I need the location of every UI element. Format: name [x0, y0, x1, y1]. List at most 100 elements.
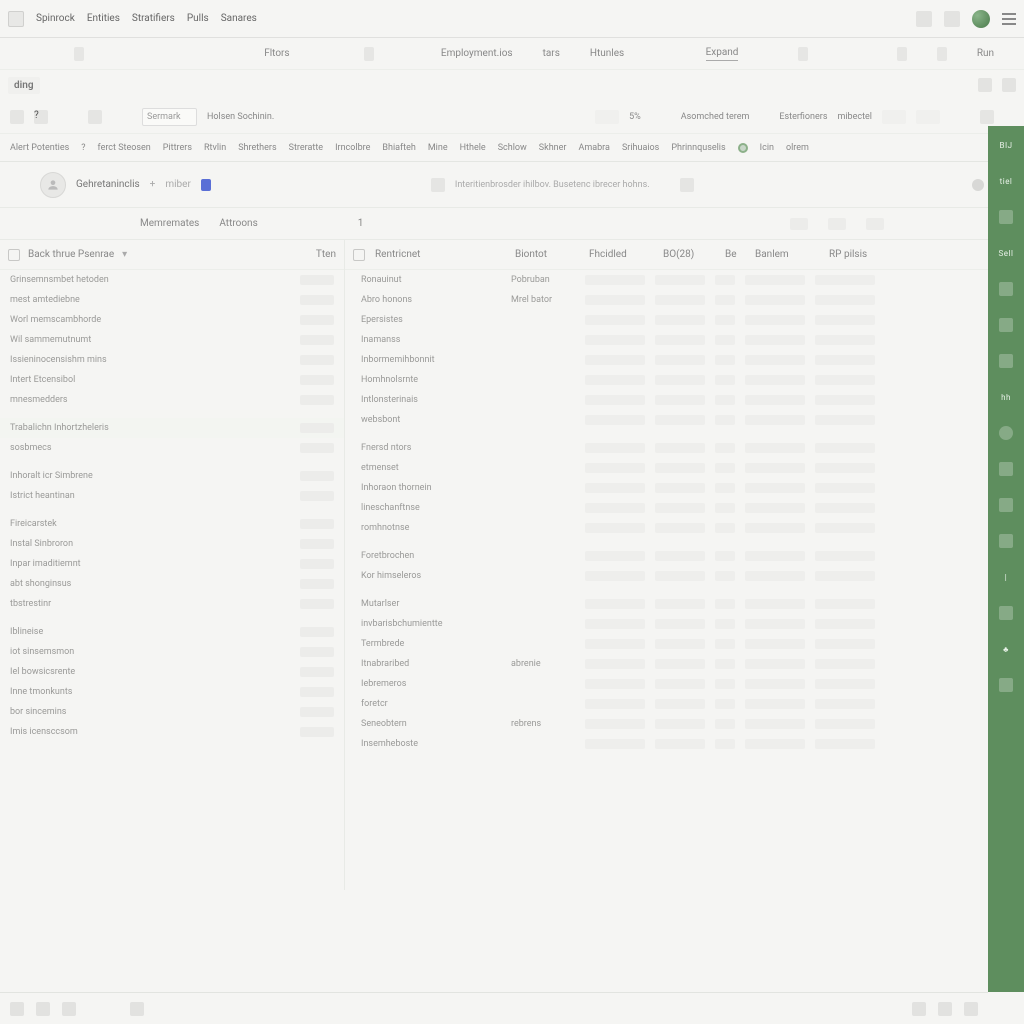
ribbon-run[interactable]: Run [977, 48, 994, 59]
list-item[interactable]: Wil sammemutnumt [0, 330, 344, 350]
page-avatar[interactable] [40, 172, 66, 198]
play-icon[interactable] [937, 47, 947, 61]
rail-item-5[interactable] [997, 316, 1015, 334]
th-5[interactable]: Banlem [755, 249, 819, 260]
menu-spinrock[interactable]: Spinrock [36, 13, 75, 24]
btm-icon-1[interactable] [10, 1002, 24, 1016]
table-row[interactable]: etmenset [345, 458, 1024, 478]
pill-0[interactable]: Alert Potenties [10, 143, 69, 153]
user-avatar[interactable] [972, 10, 990, 28]
rail-item-3[interactable]: Sell [997, 244, 1015, 262]
close-icon[interactable] [680, 178, 694, 192]
table-row[interactable]: Foretbrochen [345, 546, 1024, 566]
list-item[interactable]: Imis icensccsom [0, 722, 344, 742]
table-row[interactable]: Itnabraribedabrenie [345, 654, 1024, 674]
table-row[interactable]: foretcr [345, 694, 1024, 714]
funnel-icon[interactable] [10, 110, 24, 124]
pill-3[interactable]: Pittrers [163, 143, 192, 153]
list-item[interactable]: abt shonginsus [0, 574, 344, 594]
left-header-col[interactable]: Tten [316, 249, 336, 260]
table-row[interactable]: Iebremeros [345, 674, 1024, 694]
rail-item-13[interactable] [997, 604, 1015, 622]
table-row[interactable]: Kor himseleros [345, 566, 1024, 586]
list-item[interactable]: Trabalichn Inhortzheleris [0, 418, 344, 438]
bell-icon[interactable] [1002, 78, 1016, 92]
table-row[interactable]: romhnotnse [345, 518, 1024, 538]
bar-icon[interactable] [897, 47, 907, 61]
list-item[interactable]: iot sinsemsmon [0, 642, 344, 662]
subtab-0[interactable]: Memremates [140, 218, 199, 229]
menu-icon[interactable] [1002, 13, 1016, 25]
menu-pulls[interactable]: Pulls [187, 13, 209, 24]
table-row[interactable]: Termbrede [345, 634, 1024, 654]
table-row[interactable]: websbont [345, 410, 1024, 430]
btm-icon-7[interactable] [964, 1002, 978, 1016]
th-4[interactable]: Be [725, 249, 745, 260]
rail-item-1[interactable]: tiel [997, 172, 1015, 190]
rail-people-icon[interactable]: ♣ [997, 640, 1015, 658]
table-row[interactable]: Seneobternrebrens [345, 714, 1024, 734]
help-icon[interactable]: ? [34, 110, 48, 124]
table-row[interactable]: Mutarlser [345, 594, 1024, 614]
pill-5[interactable]: Shrethers [238, 143, 276, 153]
app-icon[interactable] [8, 11, 24, 27]
table-row[interactable]: Inhoraon thornein [345, 478, 1024, 498]
rail-item-11[interactable] [997, 532, 1015, 550]
grid-icon[interactable] [944, 11, 960, 27]
ribbon-employment[interactable]: Employment.ios [441, 48, 513, 59]
btm-icon-3[interactable] [62, 1002, 76, 1016]
pill-6[interactable]: Streratte [289, 143, 323, 153]
list-item[interactable]: Worl memscambhorde [0, 310, 344, 330]
list-item[interactable]: mest amtediebne [0, 290, 344, 310]
ribbon-expand[interactable]: Expand [706, 47, 739, 61]
table-row[interactable]: RonauinutPobruban [345, 270, 1024, 290]
pill-1[interactable]: ? [81, 143, 85, 153]
pill-7[interactable]: Irncolbre [335, 143, 370, 153]
table-row[interactable]: Inamanss [345, 330, 1024, 350]
pill-15[interactable]: Phrinnquselis [671, 143, 725, 153]
checkbox-all[interactable] [8, 249, 20, 261]
checkbox-table[interactable] [353, 249, 365, 261]
doc-icon[interactable] [978, 78, 992, 92]
table-row[interactable]: invbarisbchumientte [345, 614, 1024, 634]
pill-14[interactable]: Srihuaios [622, 143, 659, 153]
list-item[interactable]: Issieninocensishm mins [0, 350, 344, 370]
rail-item-6[interactable] [997, 352, 1015, 370]
search-icon[interactable] [980, 110, 994, 124]
menu-sanares[interactable]: Sanares [221, 13, 257, 24]
refresh-icon[interactable] [798, 47, 808, 61]
rail-shield-icon[interactable] [997, 424, 1015, 442]
pill-11[interactable]: Schlow [498, 143, 527, 153]
btm-icon-4[interactable] [130, 1002, 144, 1016]
table-row[interactable]: Inbormemihbonnit [345, 350, 1024, 370]
list-item[interactable]: sosbmecs [0, 438, 344, 458]
menu-entities[interactable]: Entities [87, 13, 120, 24]
list-item[interactable]: Fireicarstek [0, 514, 344, 534]
table-row[interactable]: Insemheboste [345, 734, 1024, 754]
table-row[interactable]: lineschanftnse [345, 498, 1024, 518]
rail-item-7[interactable]: hh [997, 388, 1015, 406]
mini-1[interactable] [790, 218, 808, 230]
th-1[interactable]: Biontot [515, 249, 579, 260]
notification-icon[interactable] [916, 11, 932, 27]
rail-item-0[interactable]: BIJ [997, 136, 1015, 154]
th-3[interactable]: BO(28) [663, 249, 715, 260]
th-0[interactable]: Rentricnet [375, 249, 505, 260]
rail-item-4[interactable] [997, 280, 1015, 298]
ribbon-htunles[interactable]: Htunles [590, 48, 624, 59]
list-item[interactable]: Iblineise [0, 622, 344, 642]
table-row[interactable]: Epersistes [345, 310, 1024, 330]
pill-2[interactable]: ferct Steosen [98, 143, 151, 153]
btm-icon-6[interactable] [938, 1002, 952, 1016]
list-item[interactable]: mnesmedders [0, 390, 344, 410]
folder-icon[interactable] [74, 47, 84, 61]
ribbon-filters[interactable]: Fltors [264, 48, 289, 59]
search-input[interactable]: Sermark [142, 108, 197, 126]
list-item[interactable]: Inne tmonkunts [0, 682, 344, 702]
btm-icon-2[interactable] [36, 1002, 50, 1016]
mini-3[interactable] [866, 218, 884, 230]
rail-item-10[interactable] [997, 496, 1015, 514]
table-row[interactable]: Fnersd ntors [345, 438, 1024, 458]
list-item[interactable]: Grinsemnsmbet hetoden [0, 270, 344, 290]
rail-item-9[interactable] [997, 460, 1015, 478]
